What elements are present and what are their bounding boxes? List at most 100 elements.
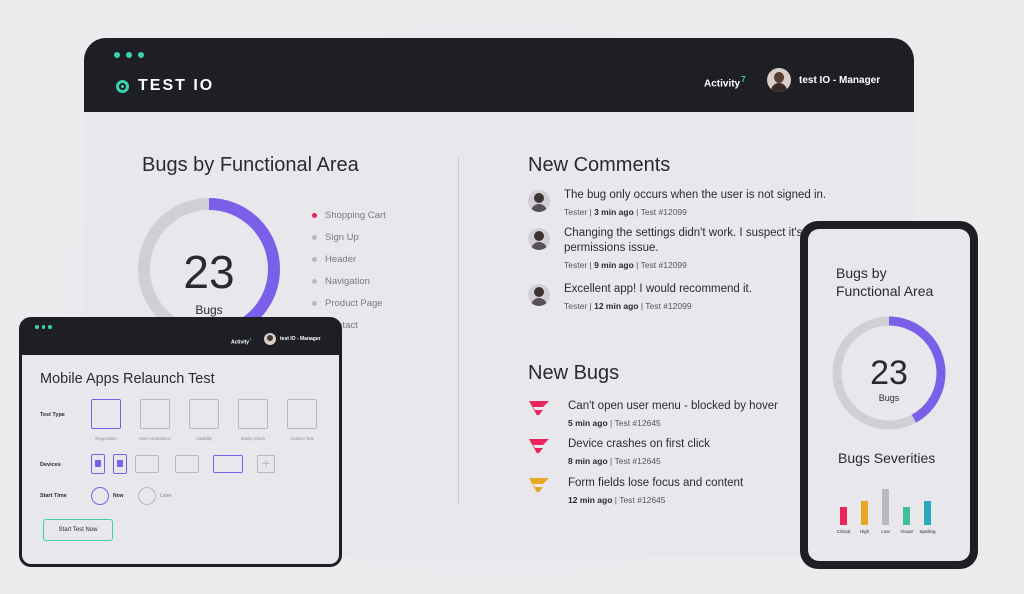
user-acceptance-option[interactable] bbox=[140, 399, 170, 429]
phone-donut-chart: 23 Bugs bbox=[832, 316, 946, 430]
legend-label: Shopping Cart bbox=[325, 209, 386, 221]
avatar bbox=[528, 190, 550, 212]
user-menu[interactable]: test IO - Manager bbox=[264, 333, 321, 345]
activity-label: Activity bbox=[704, 78, 741, 90]
comments-title: New Comments bbox=[528, 154, 671, 176]
severity-bar bbox=[861, 501, 868, 525]
bug-item[interactable]: Form fields lose focus and content 12 mi… bbox=[528, 476, 743, 505]
type-caption: Usability bbox=[196, 436, 212, 441]
bug-item[interactable]: Device crashes on first click 8 min ago … bbox=[528, 437, 710, 466]
bugs-count-label: Bugs bbox=[195, 303, 222, 317]
add-device-button[interactable]: + bbox=[257, 455, 275, 473]
custom-test-option[interactable] bbox=[287, 399, 317, 429]
activity-link[interactable]: Activity7 bbox=[231, 337, 251, 346]
clock-icon[interactable] bbox=[138, 487, 156, 505]
severity-label: Spelling bbox=[919, 529, 936, 534]
legend-label: Navigation bbox=[325, 275, 370, 287]
legend-item[interactable]: Sign Up bbox=[312, 226, 386, 248]
tablet-device[interactable] bbox=[213, 455, 243, 473]
phone-window: Bugs by Functional Area 23 Bugs Bugs Seve… bbox=[800, 221, 978, 569]
activity-link[interactable]: Activity7 bbox=[704, 75, 746, 89]
activity-label: Activity bbox=[231, 339, 250, 346]
legend-item[interactable]: Product Page bbox=[312, 292, 386, 314]
test-title: Mobile Apps Relaunch Test bbox=[40, 371, 215, 387]
severity-label: Critical bbox=[837, 529, 851, 534]
avatar bbox=[767, 68, 791, 92]
phone-bugs-label: Bugs bbox=[879, 393, 900, 403]
clock-icon[interactable] bbox=[91, 487, 109, 505]
windows-device[interactable] bbox=[175, 455, 199, 473]
regression-option[interactable] bbox=[91, 399, 121, 429]
bug-severity-icon bbox=[529, 401, 549, 419]
brand-name: TEST IO bbox=[138, 77, 215, 94]
comment-test: Test #12099 bbox=[640, 207, 687, 217]
comment-time: 12 min ago bbox=[594, 301, 639, 311]
bug-meta: 8 min ago | Test #12645 bbox=[568, 456, 661, 466]
legend-label: Product Page bbox=[325, 297, 383, 309]
bug-time: 5 min ago bbox=[568, 418, 608, 428]
sanity-check-option[interactable] bbox=[238, 399, 268, 429]
severity-bar bbox=[882, 489, 889, 525]
column-divider bbox=[458, 158, 459, 503]
legend-item[interactable]: Shopping Cart bbox=[312, 204, 386, 226]
phone-title: Bugs by Functional Area bbox=[836, 264, 933, 300]
comment-role: Tester bbox=[564, 301, 588, 311]
usability-option[interactable] bbox=[189, 399, 219, 429]
start-now-label: Now bbox=[113, 493, 124, 499]
comment-test: Test #12099 bbox=[645, 301, 692, 311]
bugs-area-title: Bugs by Functional Area bbox=[142, 154, 359, 176]
bug-test: Test #12645 bbox=[614, 456, 661, 466]
comment-meta: Tester | 3 min ago | Test #12099 bbox=[564, 207, 687, 217]
bug-text: Can't open user menu - blocked by hover bbox=[568, 400, 778, 412]
start-time-label: Start Time bbox=[40, 493, 67, 499]
type-caption: Sanity Check bbox=[240, 436, 266, 441]
legend-item[interactable]: Header bbox=[312, 248, 386, 270]
comment-time: 3 min ago bbox=[594, 207, 634, 217]
desktop-device[interactable] bbox=[135, 455, 159, 473]
bug-test: Test #12645 bbox=[619, 495, 666, 505]
type-caption: Regression bbox=[95, 436, 117, 441]
start-test-button[interactable]: Start Test Now bbox=[43, 519, 113, 541]
phone-screen: Bugs by Functional Area 23 Bugs Bugs Seve… bbox=[808, 229, 970, 561]
phone-title-line: Bugs by bbox=[836, 265, 887, 281]
bug-severity-icon bbox=[529, 478, 549, 496]
severity-bar bbox=[924, 501, 931, 525]
bug-item[interactable]: Can't open user menu - blocked by hover … bbox=[528, 399, 778, 428]
activity-count: 7 bbox=[249, 337, 252, 342]
test-setup-panel: Mobile Apps Relaunch Test Test Type Regr… bbox=[22, 355, 339, 564]
user-label: test IO - Manager bbox=[280, 336, 321, 342]
test-type-label: Test Type bbox=[40, 412, 65, 418]
bug-meta: 5 min ago | Test #12645 bbox=[568, 418, 661, 428]
logo-icon bbox=[116, 79, 129, 93]
window-dots bbox=[35, 325, 52, 329]
type-caption: Custom Test bbox=[290, 436, 314, 441]
legend-item[interactable]: Navigation bbox=[312, 270, 386, 292]
brand-logo[interactable]: TEST IO bbox=[116, 77, 214, 95]
bug-time: 8 min ago bbox=[568, 456, 608, 466]
comment-text: The bug only occurs when the user is not… bbox=[564, 189, 827, 201]
severity-label: Visual bbox=[900, 529, 912, 534]
avatar bbox=[528, 228, 550, 250]
legend-label: Header bbox=[325, 253, 357, 265]
legend-label: Sign Up bbox=[325, 231, 359, 243]
bug-severity-icon bbox=[529, 439, 549, 457]
bug-meta: 12 min ago | Test #12645 bbox=[568, 495, 666, 505]
comment-item[interactable]: The bug only occurs when the user is not… bbox=[528, 188, 854, 217]
comment-role: Tester bbox=[564, 260, 588, 270]
severity-bar bbox=[840, 507, 847, 525]
bug-text: Device crashes on first click bbox=[568, 438, 710, 450]
ios-phone-device[interactable] bbox=[113, 454, 127, 474]
user-menu[interactable]: test IO - Manager bbox=[767, 68, 880, 92]
bug-text: Form fields lose focus and content bbox=[568, 477, 744, 489]
phone-bugs-count: 23 bbox=[870, 354, 908, 392]
start-later-label: Later bbox=[160, 493, 172, 499]
phone-title-line: Functional Area bbox=[836, 283, 934, 299]
comment-role: Tester bbox=[564, 207, 588, 217]
bugs-count: 23 bbox=[183, 246, 234, 298]
severities-title: Bugs Severities bbox=[838, 450, 936, 466]
bugs-title: New Bugs bbox=[528, 362, 620, 384]
activity-count: 7 bbox=[741, 75, 746, 84]
avatar bbox=[264, 333, 276, 345]
user-label: test IO - Manager bbox=[799, 74, 881, 86]
android-phone-device[interactable] bbox=[91, 454, 105, 474]
